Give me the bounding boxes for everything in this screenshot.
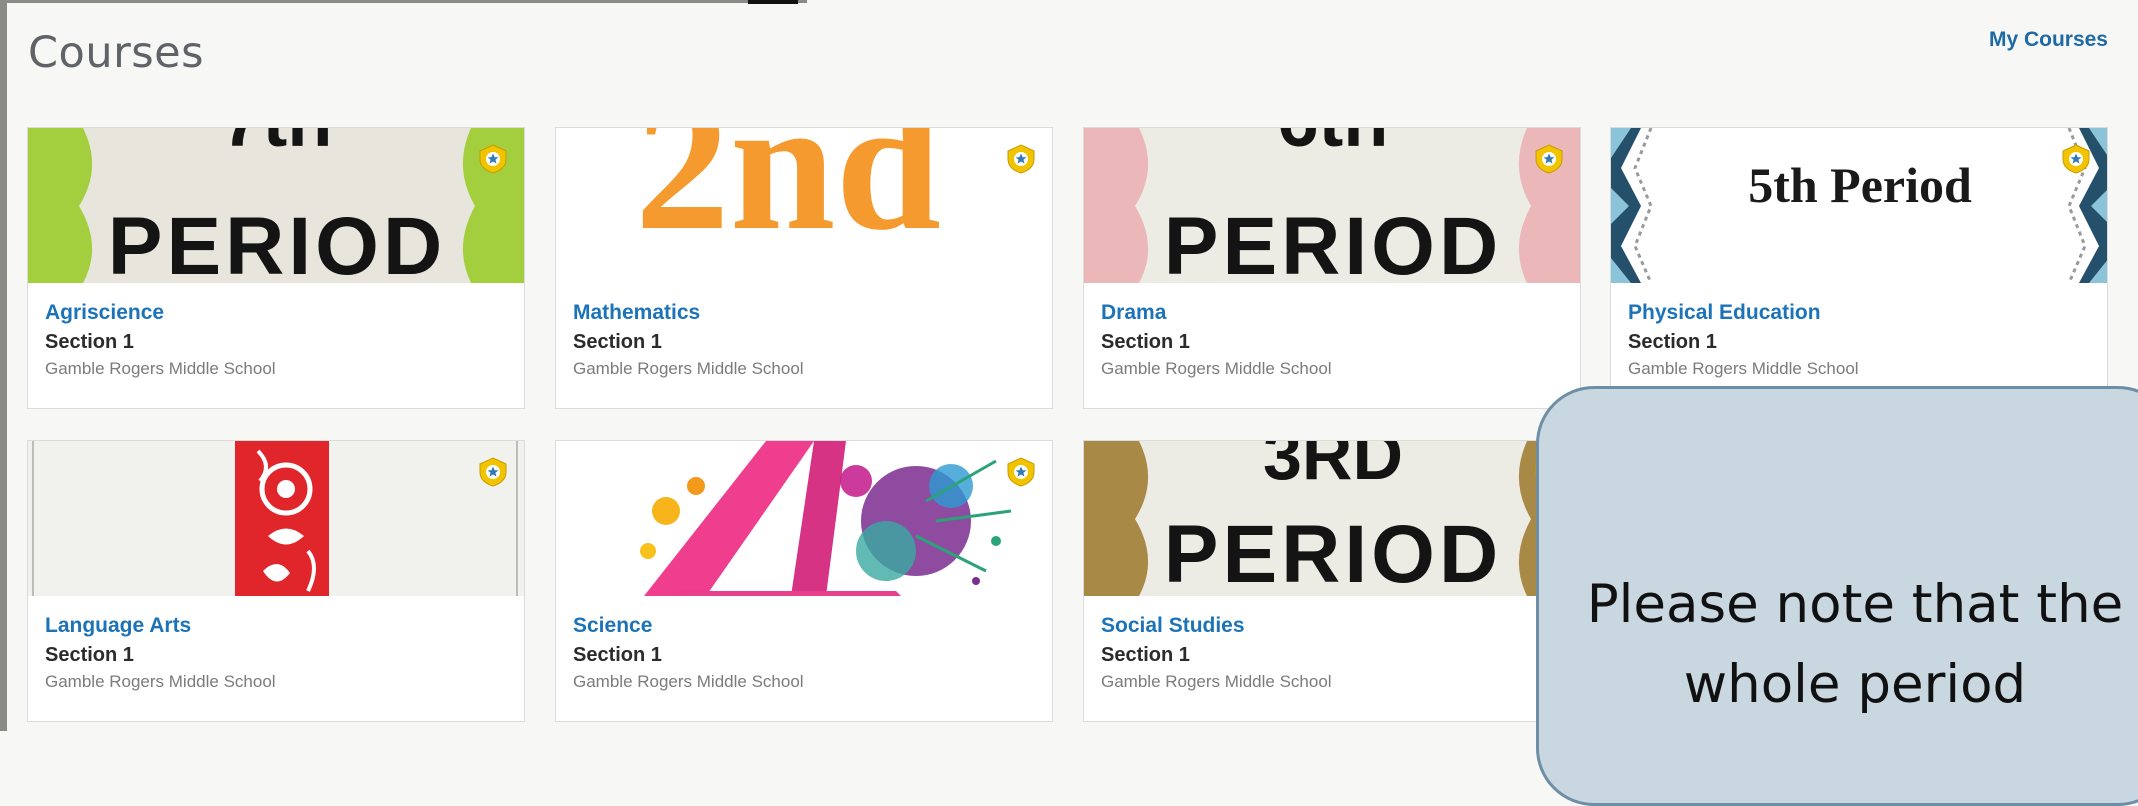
- course-title-link[interactable]: Language Arts: [45, 612, 514, 640]
- course-section: Section 1: [1101, 331, 1190, 353]
- page-title: Courses: [28, 28, 205, 78]
- banner-top-text: 7th: [222, 128, 333, 162]
- window-frame-top: [7, 0, 807, 3]
- shield-badge-icon: [2062, 144, 2090, 174]
- course-banner: 7th PERIOD: [28, 128, 524, 283]
- shield-badge-icon: [1535, 144, 1563, 174]
- course-school: Gamble Rogers Middle School: [1101, 672, 1332, 691]
- course-section: Section 1: [573, 331, 662, 353]
- annotation-callout-text: Please note that the whole period: [1586, 574, 2124, 715]
- paint-splash-banner: [556, 441, 1052, 596]
- period-ribbon-banner: 3RD PERIOD: [1084, 441, 1580, 596]
- course-card-social-studies[interactable]: 3RD PERIOD Social Studies Section 1 Gamb…: [1083, 440, 1581, 722]
- banner-top-text: 5th Period: [1748, 157, 1972, 213]
- my-courses-link[interactable]: My Courses: [1989, 28, 2108, 52]
- course-school: Gamble Rogers Middle School: [1628, 359, 1859, 378]
- course-title-link[interactable]: Physical Education: [1628, 299, 2097, 327]
- banner-main-text: PERIOD: [1164, 509, 1502, 596]
- course-section: Section 1: [1628, 331, 1717, 353]
- course-banner: [556, 441, 1052, 596]
- course-section: Section 1: [1101, 644, 1190, 666]
- course-card-agriscience[interactable]: 7th PERIOD Agriscience Section 1 Gamble …: [27, 127, 525, 409]
- course-title-link[interactable]: Drama: [1101, 299, 1570, 327]
- banner-top-text: 3RD: [1263, 441, 1403, 494]
- course-school: Gamble Rogers Middle School: [1101, 359, 1332, 378]
- course-banner: 6th PERIOD: [1084, 128, 1580, 283]
- window-frame-notch: [748, 0, 798, 4]
- course-card-language-arts[interactable]: Language Arts Section 1 Gamble Rogers Mi…: [27, 440, 525, 722]
- shield-badge-icon: [1007, 144, 1035, 174]
- course-school: Gamble Rogers Middle School: [573, 672, 804, 691]
- course-title-link[interactable]: Mathematics: [573, 299, 1042, 327]
- course-school: Gamble Rogers Middle School: [573, 359, 804, 378]
- course-banner: 3RD PERIOD: [1084, 441, 1580, 596]
- course-school: Gamble Rogers Middle School: [45, 672, 276, 691]
- course-title-link[interactable]: Agriscience: [45, 299, 514, 327]
- floral-banner: [28, 441, 524, 596]
- course-card-science[interactable]: Science Section 1 Gamble Rogers Middle S…: [555, 440, 1053, 722]
- course-section: Section 1: [573, 644, 662, 666]
- course-banner: [28, 441, 524, 596]
- course-section: Section 1: [45, 331, 134, 353]
- course-banner: 2nd: [556, 128, 1052, 283]
- course-school: Gamble Rogers Middle School: [45, 359, 276, 378]
- banner-main-text: PERIOD: [108, 201, 446, 283]
- shield-badge-icon: [479, 457, 507, 487]
- banner-main-text: PERIOD: [1164, 201, 1502, 283]
- course-card-physical-education[interactable]: 5th Period Physical Education Section 1 …: [1610, 127, 2108, 409]
- banner-top-text: 6th: [1278, 128, 1389, 162]
- course-card-mathematics[interactable]: 2nd Mathematics Section 1 Gamble Rogers …: [555, 127, 1053, 409]
- course-title-link[interactable]: Social Studies: [1101, 612, 1570, 640]
- course-card-drama[interactable]: 6th PERIOD Drama Section 1 Gamble Rogers…: [1083, 127, 1581, 409]
- period-ribbon-banner: 7th PERIOD: [28, 128, 524, 283]
- period-ribbon-banner: 6th PERIOD: [1084, 128, 1580, 283]
- stitched-period-banner: 5th Period: [1611, 128, 2107, 283]
- course-section: Section 1: [45, 644, 134, 666]
- shield-badge-icon: [1007, 457, 1035, 487]
- banner-top-text: 2nd: [635, 128, 941, 270]
- gothic-numeral-banner: 2nd: [556, 128, 1052, 283]
- course-title-link[interactable]: Science: [573, 612, 1042, 640]
- shield-badge-icon: [479, 144, 507, 174]
- course-banner: 5th Period: [1611, 128, 2107, 283]
- window-frame-left: [0, 0, 7, 731]
